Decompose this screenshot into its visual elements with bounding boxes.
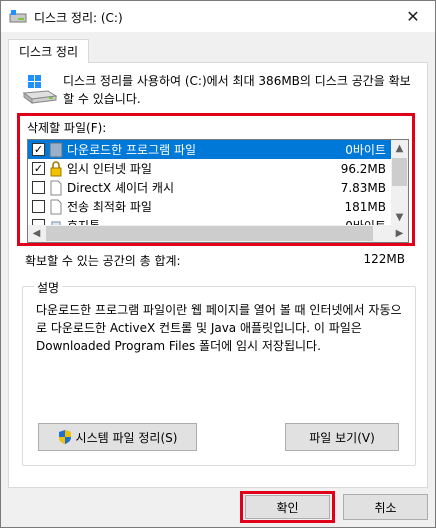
- file-size: 181MB: [344, 199, 387, 214]
- file-name: 다운로드한 프로그램 파일: [67, 143, 197, 157]
- scroll-up-icon[interactable]: ▲: [391, 140, 408, 157]
- checkbox[interactable]: [32, 181, 45, 194]
- cancel-button[interactable]: 취소: [343, 494, 428, 520]
- intro-text: 디스크 정리를 사용하여 (C:)에서 최대 386MB의 디스크 공간을 확보…: [63, 74, 411, 106]
- list-item[interactable]: 전송 최적화 파일 181MB: [28, 197, 393, 216]
- horizontal-scrollbar[interactable]: ◀ ▶: [28, 225, 408, 242]
- file-icon: [50, 180, 62, 196]
- vertical-scrollbar[interactable]: ▲ ▼: [391, 140, 408, 226]
- window-title: 디스크 정리: (C:): [34, 11, 123, 25]
- checkbox[interactable]: ✓: [32, 162, 45, 175]
- total-space-value: 122MB: [363, 252, 406, 266]
- close-icon: ✕: [406, 7, 420, 26]
- scroll-left-icon[interactable]: ◀: [28, 225, 45, 242]
- view-files-button[interactable]: 파일 보기(V): [285, 423, 399, 451]
- files-to-delete-label: 삭제할 파일(F):: [27, 121, 107, 135]
- folder-icon: [49, 142, 63, 158]
- close-button[interactable]: ✕: [391, 1, 435, 32]
- file-name: DirectX 셰이더 캐시: [67, 181, 174, 195]
- vertical-scroll-thumb[interactable]: [392, 158, 407, 186]
- total-space-label: 확보할 수 있는 공간의 총 합계:: [25, 254, 181, 268]
- files-list[interactable]: ✓ 다운로드한 프로그램 파일 0바이트 ✓ 임시 인터넷 파일 96.2MB …: [27, 139, 409, 243]
- checkbox[interactable]: ✓: [32, 143, 45, 156]
- drive-icon: [9, 10, 27, 23]
- file-size: 7.83MB: [340, 180, 386, 195]
- list-item[interactable]: ✓ 다운로드한 프로그램 파일 0바이트: [28, 140, 393, 159]
- description-text: 다운로드한 프로그램 파일이란 웹 페이지를 열어 볼 때 인터넷에서 자동으로…: [36, 303, 402, 353]
- description-title: 설명: [34, 279, 63, 296]
- title-bar: 디스크 정리: (C:) ✕: [1, 1, 435, 32]
- scroll-right-icon[interactable]: ▶: [391, 225, 408, 242]
- disk-cleanup-window: 디스크 정리: (C:) ✕ 디스크 정리 디스크 정리를 사용하여 (C:)에…: [0, 0, 436, 528]
- file-size: 96.2MB: [340, 161, 386, 176]
- cleanup-system-files-button[interactable]: 시스템 파일 정리(S): [38, 423, 197, 451]
- checkbox[interactable]: [32, 200, 45, 213]
- list-item[interactable]: ✓ 임시 인터넷 파일 96.2MB: [28, 159, 393, 178]
- cleanup-system-files-label: 시스템 파일 정리(S): [75, 430, 178, 445]
- file-name: 전송 최적화 파일: [67, 200, 152, 214]
- shield-icon: [58, 430, 71, 444]
- tab-disk-cleanup[interactable]: 디스크 정리: [8, 39, 89, 63]
- ok-button[interactable]: 확인: [245, 495, 330, 519]
- file-size: 0바이트: [345, 143, 386, 157]
- drive-cleanup-icon: [22, 75, 58, 104]
- horizontal-scroll-thumb[interactable]: [46, 226, 373, 241]
- list-item[interactable]: DirectX 셰이더 캐시 7.83MB: [28, 178, 393, 197]
- lock-icon: [50, 161, 62, 177]
- file-name: 임시 인터넷 파일: [67, 162, 152, 176]
- file-icon: [50, 199, 62, 215]
- scroll-down-icon[interactable]: ▼: [391, 209, 408, 226]
